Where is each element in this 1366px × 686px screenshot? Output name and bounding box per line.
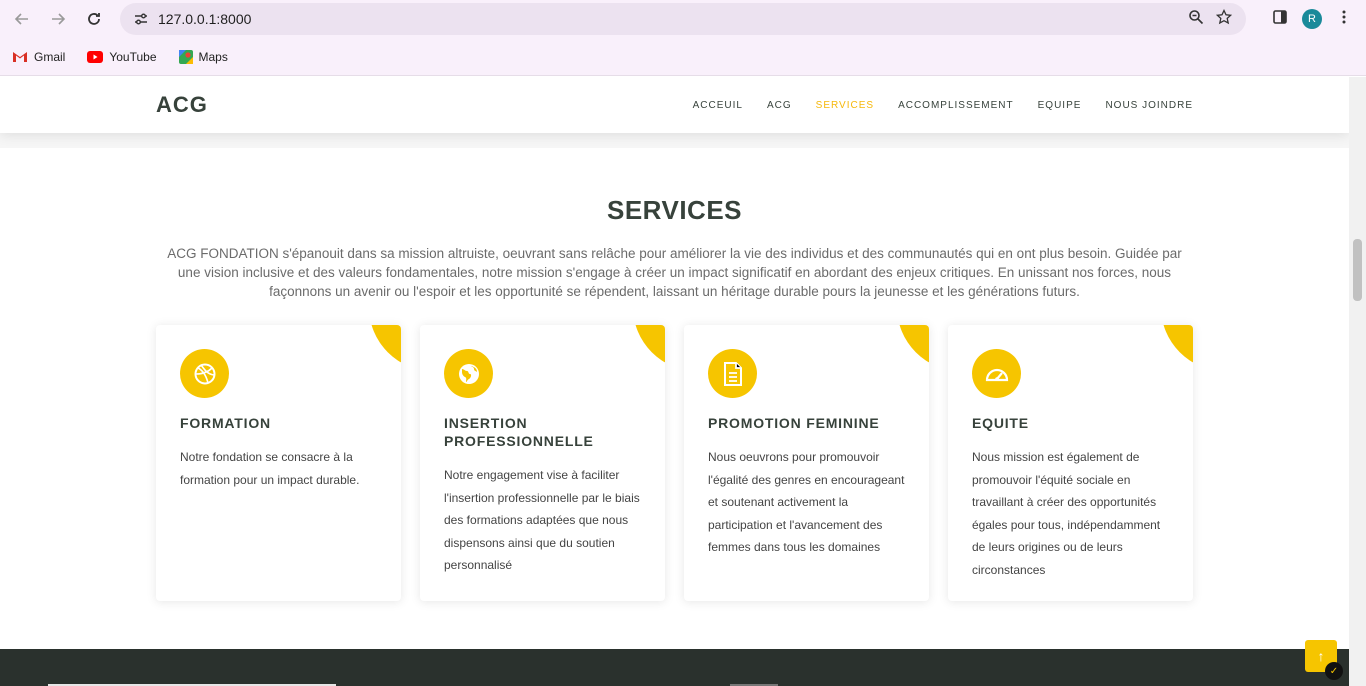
side-panel-icon[interactable] bbox=[1272, 9, 1288, 30]
page-scrollbar[interactable] bbox=[1349, 77, 1366, 686]
service-card-title: FORMATION bbox=[180, 415, 271, 431]
site-header: ACG ACCEUIL ACG SERVICES ACCOMPLISSEMENT… bbox=[0, 77, 1349, 133]
profile-avatar[interactable]: R bbox=[1302, 9, 1322, 29]
main-nav: ACCEUIL ACG SERVICES ACCOMPLISSEMENT EQU… bbox=[693, 100, 1193, 111]
bookmark-gmail[interactable]: Gmail bbox=[12, 50, 65, 64]
gmail-icon bbox=[13, 51, 27, 62]
service-card-title: EQUITE bbox=[972, 415, 1029, 431]
bookmark-label: Maps bbox=[198, 49, 228, 64]
back-arrow-icon[interactable] bbox=[4, 1, 40, 37]
nav-item-equipe[interactable]: EQUIPE bbox=[1038, 100, 1082, 111]
forward-arrow-icon[interactable] bbox=[40, 1, 76, 37]
footer-section-top bbox=[0, 649, 1349, 686]
services-title: SERVICES bbox=[606, 195, 742, 225]
debug-toolbar-icon[interactable]: ✓ bbox=[1325, 662, 1343, 680]
document-icon bbox=[708, 349, 757, 398]
card-corner-decoration bbox=[1161, 325, 1193, 371]
globe-icon bbox=[444, 349, 493, 398]
site-logo[interactable]: ACG bbox=[156, 92, 208, 118]
menu-kebab-icon[interactable] bbox=[1336, 9, 1352, 30]
nav-item-services[interactable]: SERVICES bbox=[816, 100, 874, 111]
site-settings-icon[interactable] bbox=[124, 11, 158, 27]
bookmarks-bar: Gmail YouTube Maps bbox=[0, 38, 1366, 76]
address-bar[interactable]: 127.0.0.1:8000 bbox=[120, 3, 1246, 35]
service-card-text: Nous mission est également de promouvoir… bbox=[972, 450, 1161, 577]
scrollbar-thumb[interactable] bbox=[1353, 239, 1362, 301]
service-card-text: Nous oeuvrons pour promouvoir l'égalité … bbox=[708, 450, 905, 554]
service-card-title: INSERTION PROFESSIONNELLE bbox=[444, 415, 594, 449]
bookmark-star-icon[interactable] bbox=[1215, 8, 1233, 30]
reload-icon[interactable] bbox=[76, 1, 112, 37]
card-corner-decoration bbox=[633, 325, 665, 371]
service-card-text: Notre engagement vise à faciliter l'inse… bbox=[444, 468, 640, 572]
service-card-text: Notre fondation se consacre à la formati… bbox=[180, 450, 360, 487]
services-description: ACG FONDATION s'épanouit dans sa mission… bbox=[167, 246, 1182, 299]
nav-item-accomplissement[interactable]: ACCOMPLISSEMENT bbox=[898, 100, 1014, 111]
nav-item-acg[interactable]: ACG bbox=[767, 100, 792, 111]
maps-icon bbox=[178, 49, 193, 64]
service-card-title: PROMOTION FEMININE bbox=[708, 415, 880, 431]
bookmark-label: Gmail bbox=[34, 49, 66, 64]
arrow-up-icon: ↑ bbox=[1317, 648, 1325, 664]
youtube-icon bbox=[87, 50, 104, 63]
speedometer-icon bbox=[972, 349, 1021, 398]
service-card-promotion-feminine[interactable]: PROMOTION FEMININE Nous oeuvrons pour pr… bbox=[684, 325, 929, 601]
card-corner-decoration bbox=[897, 325, 929, 371]
header-divider-band bbox=[0, 133, 1349, 148]
nav-item-acceuil[interactable]: ACCEUIL bbox=[693, 100, 743, 111]
card-corner-decoration bbox=[369, 325, 401, 371]
service-card-equite[interactable]: EQUITE Nous mission est également de pro… bbox=[948, 325, 1193, 601]
service-card-formation[interactable]: FORMATION Notre fondation se consacre à … bbox=[156, 325, 401, 601]
url-text[interactable]: 127.0.0.1:8000 bbox=[158, 11, 251, 27]
services-cards: FORMATION Notre fondation se consacre à … bbox=[156, 325, 1193, 601]
bookmark-maps[interactable]: Maps bbox=[178, 49, 228, 64]
web-page: ACG ACCEUIL ACG SERVICES ACCOMPLISSEMENT… bbox=[0, 77, 1349, 686]
service-card-insertion[interactable]: INSERTION PROFESSIONNELLE Notre engageme… bbox=[420, 325, 665, 601]
nav-item-nous-joindre[interactable]: NOUS JOINDRE bbox=[1105, 100, 1193, 111]
zoom-icon[interactable] bbox=[1188, 9, 1204, 30]
bookmark-label: YouTube bbox=[109, 49, 157, 64]
browser-toolbar: 127.0.0.1:8000 R bbox=[0, 0, 1366, 38]
bookmark-youtube[interactable]: YouTube bbox=[87, 49, 157, 64]
dribbble-icon bbox=[180, 349, 229, 398]
